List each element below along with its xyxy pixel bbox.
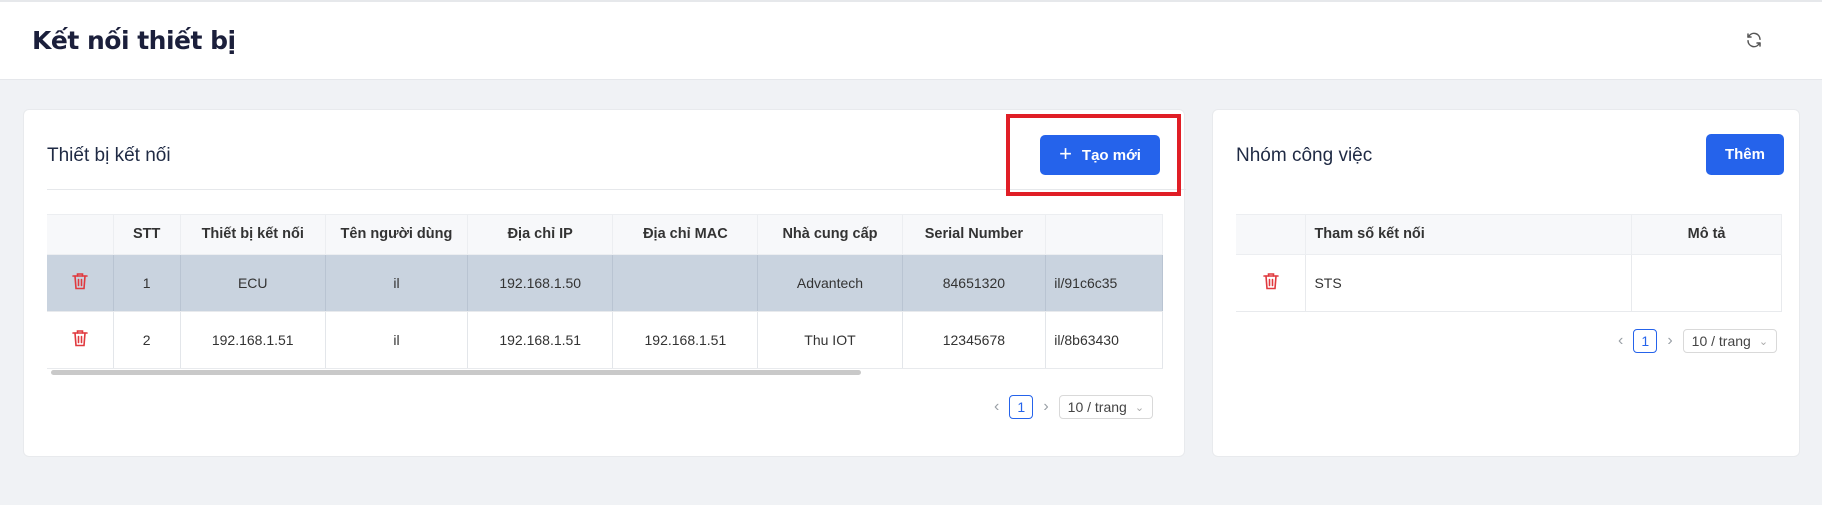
create-button[interactable]: + Tạo mới [1040,135,1160,175]
column-header-param[interactable]: Tham số kết nối [1305,215,1633,255]
cell-username: il [325,311,469,369]
prev-page-icon[interactable]: ‹ [1618,332,1623,350]
column-header-device[interactable]: Thiết bị kết nối [180,215,326,255]
page-number-button[interactable]: 1 [1009,395,1034,419]
groups-table: Tham số kết nối Mô tả STS [1236,214,1782,312]
cell-param: STS [1305,254,1633,312]
page-size-select[interactable]: 10 / trang ⌄ [1682,329,1778,353]
column-header-ip[interactable]: Địa chỉ IP [467,215,614,255]
cell-vendor: Advantech [757,254,903,312]
row-actions-cell [47,311,114,369]
groups-pagination: ‹ 1 › 10 / trang ⌄ [1618,329,1778,353]
delete-button[interactable] [72,329,88,347]
groups-card: Nhóm công việc Thêm Tham số kết nối Mô t… [1212,109,1800,457]
column-header-extra [1045,215,1163,255]
cell-extra: il/91c6c35 [1045,254,1163,312]
table-header-row: Tham số kết nối Mô tả [1236,215,1782,255]
create-button-label: Tạo mới [1081,146,1141,164]
cell-stt: 2 [113,311,181,369]
page-number-button[interactable]: 1 [1633,329,1658,353]
cell-ip: 192.168.1.50 [467,254,614,312]
column-header-vendor[interactable]: Nhà cung cấp [757,215,903,255]
row-actions-cell [47,254,114,312]
page-size-value: 10 / trang [1067,399,1127,415]
cell-description [1631,254,1782,312]
chevron-down-icon: ⌄ [1134,401,1145,414]
cell-vendor: Thu IOT [757,311,903,369]
plus-icon: + [1059,140,1072,166]
delete-button[interactable] [72,272,88,290]
cell-mac [612,254,759,312]
devices-card-title: Thiết bị kết nối [47,145,171,166]
trash-icon [72,330,88,347]
column-header-username[interactable]: Tên người dùng [325,215,469,255]
cell-extra: il/8b63430 [1045,311,1163,369]
table-header-row: STT Thiết bị kết nối Tên người dùng Địa … [47,215,1163,255]
trash-icon [72,273,88,290]
prev-page-icon[interactable]: ‹ [994,398,999,416]
card-divider [47,189,1186,190]
horizontal-scrollbar[interactable] [51,370,861,375]
chevron-down-icon: ⌄ [1758,335,1769,348]
column-header-stt[interactable]: STT [113,215,181,255]
column-header-mac[interactable]: Địa chỉ MAC [612,215,759,255]
cell-ip: 192.168.1.51 [467,311,614,369]
table-row[interactable]: 2 192.168.1.51 il 192.168.1.51 192.168.1… [47,311,1163,369]
row-actions-cell [1236,254,1307,312]
cell-mac: 192.168.1.51 [612,311,759,369]
cell-serial: 12345678 [902,311,1047,369]
trash-icon [1262,273,1279,290]
page-size-select[interactable]: 10 / trang ⌄ [1058,395,1154,419]
column-header-actions [47,215,114,255]
table-row[interactable]: 1 ECU il 192.168.1.50 Advantech 84651320… [47,254,1163,312]
page-size-value: 10 / trang [1691,333,1751,349]
refresh-icon [1747,32,1761,48]
devices-card: Thiết bị kết nối + Tạo mới STT Thiết bị … [23,109,1186,457]
column-header-actions [1236,215,1307,255]
next-page-icon[interactable]: › [1667,332,1672,350]
table-row[interactable]: STS [1236,254,1782,312]
refresh-button[interactable] [1742,28,1766,52]
devices-pagination: ‹ 1 › 10 / trang ⌄ [994,395,1154,419]
cell-device: ECU [180,254,326,312]
cell-device: 192.168.1.51 [180,311,326,369]
cell-stt: 1 [113,254,181,312]
delete-button[interactable] [1262,272,1279,290]
column-header-description[interactable]: Mô tả [1631,215,1782,255]
page-title: Kết nối thiết bị [32,26,236,55]
next-page-icon[interactable]: › [1043,398,1048,416]
page-header: Kết nối thiết bị [0,2,1822,80]
add-button[interactable]: Thêm [1706,134,1784,175]
column-header-serial[interactable]: Serial Number [902,215,1047,255]
devices-table: STT Thiết bị kết nối Tên người dùng Địa … [47,214,1163,373]
cell-serial: 84651320 [902,254,1047,312]
groups-card-title: Nhóm công việc [1236,145,1373,166]
cell-username: il [325,254,469,312]
